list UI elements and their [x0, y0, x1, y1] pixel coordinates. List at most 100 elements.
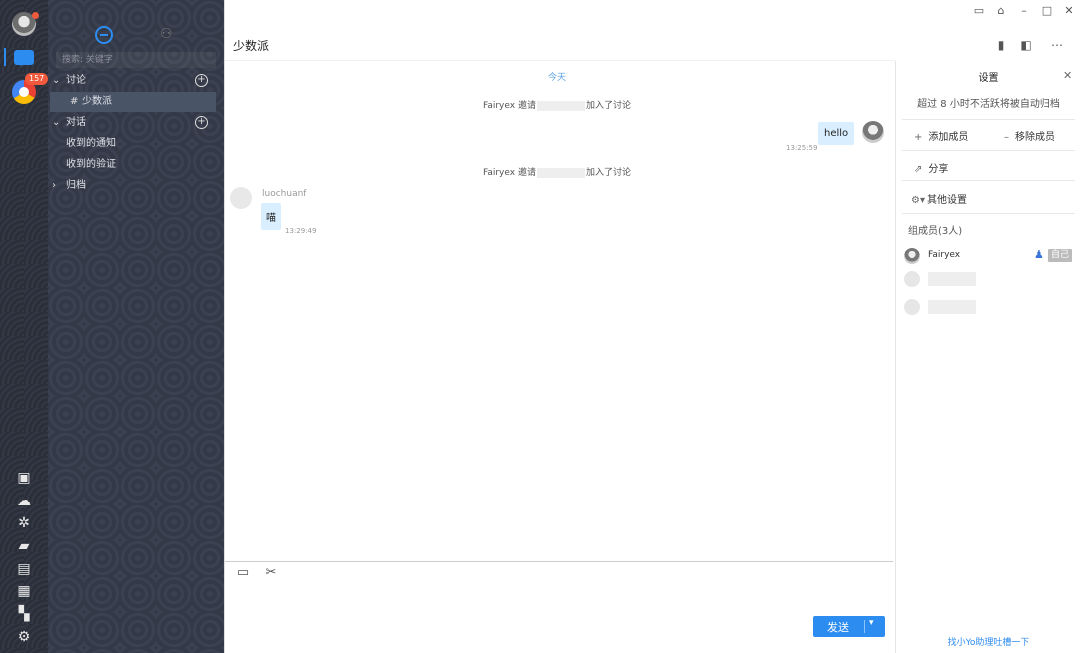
calendar-icon[interactable]: ▦ [16, 583, 32, 599]
send-divider [864, 620, 865, 633]
close-icon[interactable]: ✕ [1062, 4, 1076, 18]
contacts-tab-icon[interactable]: ⚇ [160, 26, 176, 44]
chat-icon[interactable] [14, 50, 34, 66]
add-discussion-icon[interactable]: + [195, 74, 208, 87]
unread-badge: 157 [25, 73, 49, 85]
share-icon: ⇗ [914, 164, 923, 175]
sidebar-item-channel[interactable]: # 少数派 [50, 92, 216, 112]
divider [902, 150, 1075, 151]
inviter-name: Fairyex [482, 168, 516, 178]
plus-icon: + [914, 132, 923, 143]
channel-label: 少数派 [82, 96, 112, 107]
settings-gear-icon[interactable]: ✲ [16, 515, 32, 531]
sidebar-item-notices[interactable]: 收到的通知 [48, 134, 224, 154]
feedback-icon[interactable]: ▭ [972, 4, 986, 18]
message-bubble-received[interactable]: 喵 [261, 203, 281, 230]
wechat-icon[interactable]: ☁ [16, 493, 32, 509]
apps-grid-icon[interactable]: ▚ [16, 606, 32, 622]
sender-avatar[interactable] [230, 187, 252, 209]
invite-verb: 邀请 [517, 101, 536, 111]
share-button[interactable]: ⇗ 分享 [914, 160, 948, 175]
group-label: 归档 [66, 180, 86, 191]
more-icon[interactable]: ⋯ [1050, 38, 1064, 52]
message-time: 13:29:49 [285, 227, 317, 235]
group-conversations[interactable]: ⌄ 对话 + [48, 113, 224, 133]
send-button[interactable]: 发送 ▾ [813, 616, 885, 637]
members-title: 组成员(3人) [908, 226, 963, 237]
chevron-right-icon: › [52, 180, 56, 191]
divider [902, 119, 1075, 120]
sidebar-item-verifications[interactable]: 收到的验证 [48, 155, 224, 175]
image-icon[interactable]: ▭ [235, 566, 251, 580]
gear-icon: ⚙▾ [911, 195, 925, 206]
compose-divider [225, 561, 893, 562]
chat-panel: 少数派 今天 Fairyex 邀请 加入了讨论 hello 13:25:59 Fa… [224, 0, 895, 653]
message-bubble-sent[interactable]: hello [818, 122, 855, 145]
message-time: 13:25:59 [786, 144, 818, 152]
remove-member-label: 移除成员 [1015, 132, 1055, 143]
app-rail: 157 ▣ ☁ ✲ ▰ ▤ ▦ ▚ ⚙ [0, 0, 49, 653]
notices-label: 收到的通知 [66, 138, 116, 149]
feedback-link[interactable]: 找小Yo助理吐槽一下 [896, 635, 1080, 648]
system-message: Fairyex 邀请 加入了讨论 [225, 98, 889, 111]
member-row[interactable] [904, 297, 1074, 317]
side-panel-icon[interactable]: ◧ [1019, 38, 1033, 52]
search-input[interactable] [56, 52, 216, 68]
conversations-tab-icon[interactable] [95, 26, 113, 44]
conversation-sidebar: ⚇ ⌄ 讨论 + # 少数派 ⌄ 对话 + 收到的通知 收到的验证 › 归档 [48, 0, 224, 653]
invite-verb: 邀请 [517, 168, 536, 178]
system-suffix: 加入了讨论 [585, 168, 631, 178]
date-separator: 今天 [547, 73, 566, 83]
group-label: 讨论 [66, 75, 86, 86]
scissors-icon[interactable]: ✂ [263, 566, 279, 580]
theme-shirt-icon[interactable]: ⌂ [994, 4, 1008, 18]
sender-name: luochuanf [262, 189, 307, 199]
member-avatar [904, 248, 920, 264]
header-divider [225, 60, 895, 61]
status-dot [32, 12, 39, 19]
group-label: 对话 [66, 117, 86, 128]
archive-note: 超过 8 小时不活跃将被自动归档 [917, 99, 1060, 110]
remove-member-button[interactable]: – 移除成员 [1004, 128, 1055, 143]
system-message: Fairyex 邀请 加入了讨论 [225, 165, 889, 178]
member-avatar [904, 299, 920, 315]
system-suffix: 加入了讨论 [585, 101, 631, 111]
verifications-label: 收到的验证 [66, 159, 116, 170]
preferences-icon[interactable]: ⚙ [16, 629, 32, 645]
add-member-button[interactable]: + 添加成员 [914, 128, 968, 143]
send-options-icon[interactable]: ▾ [869, 618, 874, 628]
minimize-icon[interactable]: – [1017, 4, 1031, 18]
notebook-icon[interactable]: ▤ [16, 561, 32, 577]
add-member-label: 添加成员 [928, 132, 969, 143]
owner-icon: ♟ [1034, 248, 1044, 261]
inviter-name: Fairyex [482, 101, 516, 111]
chevron-down-icon: ⌄ [52, 75, 61, 86]
member-name: Fairyex [928, 250, 961, 260]
minus-icon: – [1004, 132, 1009, 143]
divider [902, 180, 1075, 181]
hash-icon: # [70, 96, 79, 107]
share-label: 分享 [928, 164, 949, 175]
maximize-icon[interactable]: □ [1040, 4, 1054, 18]
member-row[interactable] [904, 269, 1074, 289]
cloud-folder-icon[interactable]: ▰ [16, 538, 32, 554]
active-indicator [4, 48, 6, 66]
trello-icon[interactable]: ▣ [16, 470, 32, 486]
add-conversation-icon[interactable]: + [195, 116, 208, 129]
bookmark-icon[interactable]: ▮ [994, 38, 1008, 52]
other-settings-button[interactable]: ⚙▾ 其他设置 [911, 191, 967, 206]
sender-avatar[interactable] [862, 121, 884, 143]
settings-title: 设置 [978, 73, 999, 84]
redacted-name [928, 272, 976, 286]
group-discussions[interactable]: ⌄ 讨论 + [48, 71, 224, 91]
redacted-name [536, 167, 585, 178]
divider [902, 213, 1075, 214]
member-row[interactable]: Fairyex ♟ 自己 [904, 246, 1074, 266]
close-settings-icon[interactable]: ✕ [1063, 69, 1072, 82]
group-archive[interactable]: › 归档 [48, 176, 224, 196]
send-label: 发送 [827, 621, 849, 634]
settings-panel: 设置 ✕ 超过 8 小时不活跃将被自动归档 + 添加成员 – 移除成员 ⇗ 分享 ⚙▾… [895, 61, 1080, 653]
chevron-down-icon: ⌄ [52, 117, 61, 128]
chat-title: 少数派 [233, 39, 270, 53]
member-avatar [904, 271, 920, 287]
